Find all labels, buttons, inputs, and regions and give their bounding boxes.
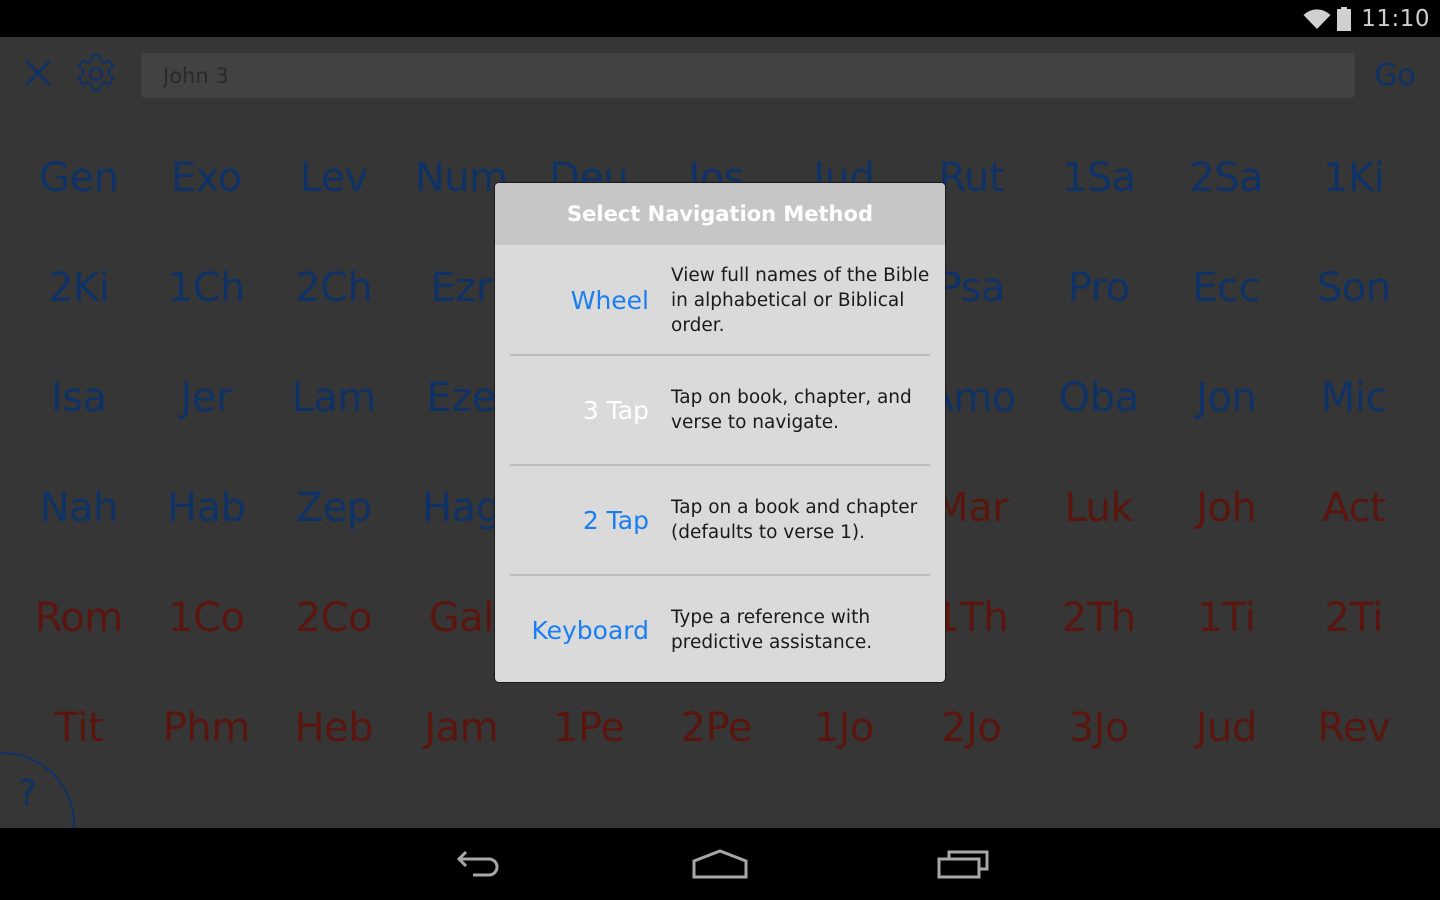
book-joh[interactable]: Joh xyxy=(1163,453,1291,563)
book-2co[interactable]: 2Co xyxy=(270,563,398,673)
dialog-title: Select Navigation Method xyxy=(567,202,873,226)
book-2ch[interactable]: 2Ch xyxy=(270,233,398,343)
status-bar: 11:10 xyxy=(0,0,1440,37)
book-jud[interactable]: Jud xyxy=(1163,673,1291,783)
book-phm[interactable]: Phm xyxy=(143,673,271,783)
option-label: Keyboard xyxy=(531,615,649,645)
home-button[interactable] xyxy=(680,844,760,888)
close-icon xyxy=(23,58,53,93)
option-wheel[interactable]: Wheel View full names of the Bible in al… xyxy=(495,245,945,355)
book-gen[interactable]: Gen xyxy=(15,123,143,233)
recent-apps-icon xyxy=(937,849,991,884)
option-description: Tap on a book and chapter (defaults to v… xyxy=(671,497,918,543)
option-description: Type a reference with predictive assista… xyxy=(671,607,873,653)
battery-icon xyxy=(1337,7,1352,31)
gear-icon xyxy=(74,52,118,101)
status-time: 11:10 xyxy=(1361,6,1430,32)
option-label: Wheel xyxy=(570,285,649,315)
book-act[interactable]: Act xyxy=(1290,453,1418,563)
book-1jo[interactable]: 1Jo xyxy=(780,673,908,783)
book-nah[interactable]: Nah xyxy=(15,453,143,563)
wifi-icon xyxy=(1303,8,1331,30)
settings-button[interactable] xyxy=(72,52,120,100)
back-button[interactable] xyxy=(437,844,517,888)
go-button[interactable]: Go xyxy=(1366,53,1424,98)
option-label: 3 Tap xyxy=(582,395,649,425)
option-label: 2 Tap xyxy=(582,505,649,535)
book-2jo[interactable]: 2Jo xyxy=(908,673,1036,783)
book-2pe[interactable]: 2Pe xyxy=(653,673,781,783)
option-description: Tap on book, chapter, and verse to navig… xyxy=(671,387,912,433)
book-isa[interactable]: Isa xyxy=(15,343,143,453)
option-keyboard[interactable]: Keyboard Type a reference with predictiv… xyxy=(495,574,945,682)
book-2th[interactable]: 2Th xyxy=(1035,563,1163,673)
book-1ch[interactable]: 1Ch xyxy=(143,233,271,343)
book-jam[interactable]: Jam xyxy=(398,673,526,783)
dialog-header: Select Navigation Method xyxy=(495,183,945,245)
system-nav-bar xyxy=(0,828,1440,900)
book-ecc[interactable]: Ecc xyxy=(1163,233,1291,343)
reference-input[interactable] xyxy=(141,53,1355,98)
book-oba[interactable]: Oba xyxy=(1035,343,1163,453)
book-rom[interactable]: Rom xyxy=(15,563,143,673)
book-2ki[interactable]: 2Ki xyxy=(15,233,143,343)
book-son[interactable]: Son xyxy=(1290,233,1418,343)
option-description: View full names of the Bible in alphabet… xyxy=(671,264,930,336)
book-heb[interactable]: Heb xyxy=(270,673,398,783)
book-hab[interactable]: Hab xyxy=(143,453,271,563)
help-icon[interactable]: ? xyxy=(18,773,37,814)
book-1co[interactable]: 1Co xyxy=(143,563,271,673)
book-2ti[interactable]: 2Ti xyxy=(1290,563,1418,673)
status-icons: 11:10 xyxy=(1303,4,1430,34)
book-lam[interactable]: Lam xyxy=(270,343,398,453)
option-3-tap[interactable]: 3 Tap Tap on book, chapter, and verse to… xyxy=(495,354,945,465)
toolbar: Go xyxy=(0,37,1440,117)
book-luk[interactable]: Luk xyxy=(1035,453,1163,563)
home-icon xyxy=(692,848,748,884)
book-1ti[interactable]: 1Ti xyxy=(1163,563,1291,673)
close-button[interactable] xyxy=(20,55,56,95)
book-1sa[interactable]: 1Sa xyxy=(1035,123,1163,233)
book-2sa[interactable]: 2Sa xyxy=(1163,123,1291,233)
book-zep[interactable]: Zep xyxy=(270,453,398,563)
book-jon[interactable]: Jon xyxy=(1163,343,1291,453)
book-rev[interactable]: Rev xyxy=(1290,673,1418,783)
navigation-method-dialog: Select Navigation Method Wheel View full… xyxy=(495,183,945,682)
book-3jo[interactable]: 3Jo xyxy=(1035,673,1163,783)
recent-apps-button[interactable] xyxy=(924,844,1004,888)
book-1ki[interactable]: 1Ki xyxy=(1290,123,1418,233)
book-mic[interactable]: Mic xyxy=(1290,343,1418,453)
back-icon xyxy=(451,849,503,884)
book-exo[interactable]: Exo xyxy=(143,123,271,233)
book-1pe[interactable]: 1Pe xyxy=(525,673,653,783)
book-pro[interactable]: Pro xyxy=(1035,233,1163,343)
book-jer[interactable]: Jer xyxy=(143,343,271,453)
option-2-tap[interactable]: 2 Tap Tap on a book and chapter (default… xyxy=(495,464,945,575)
book-lev[interactable]: Lev xyxy=(270,123,398,233)
